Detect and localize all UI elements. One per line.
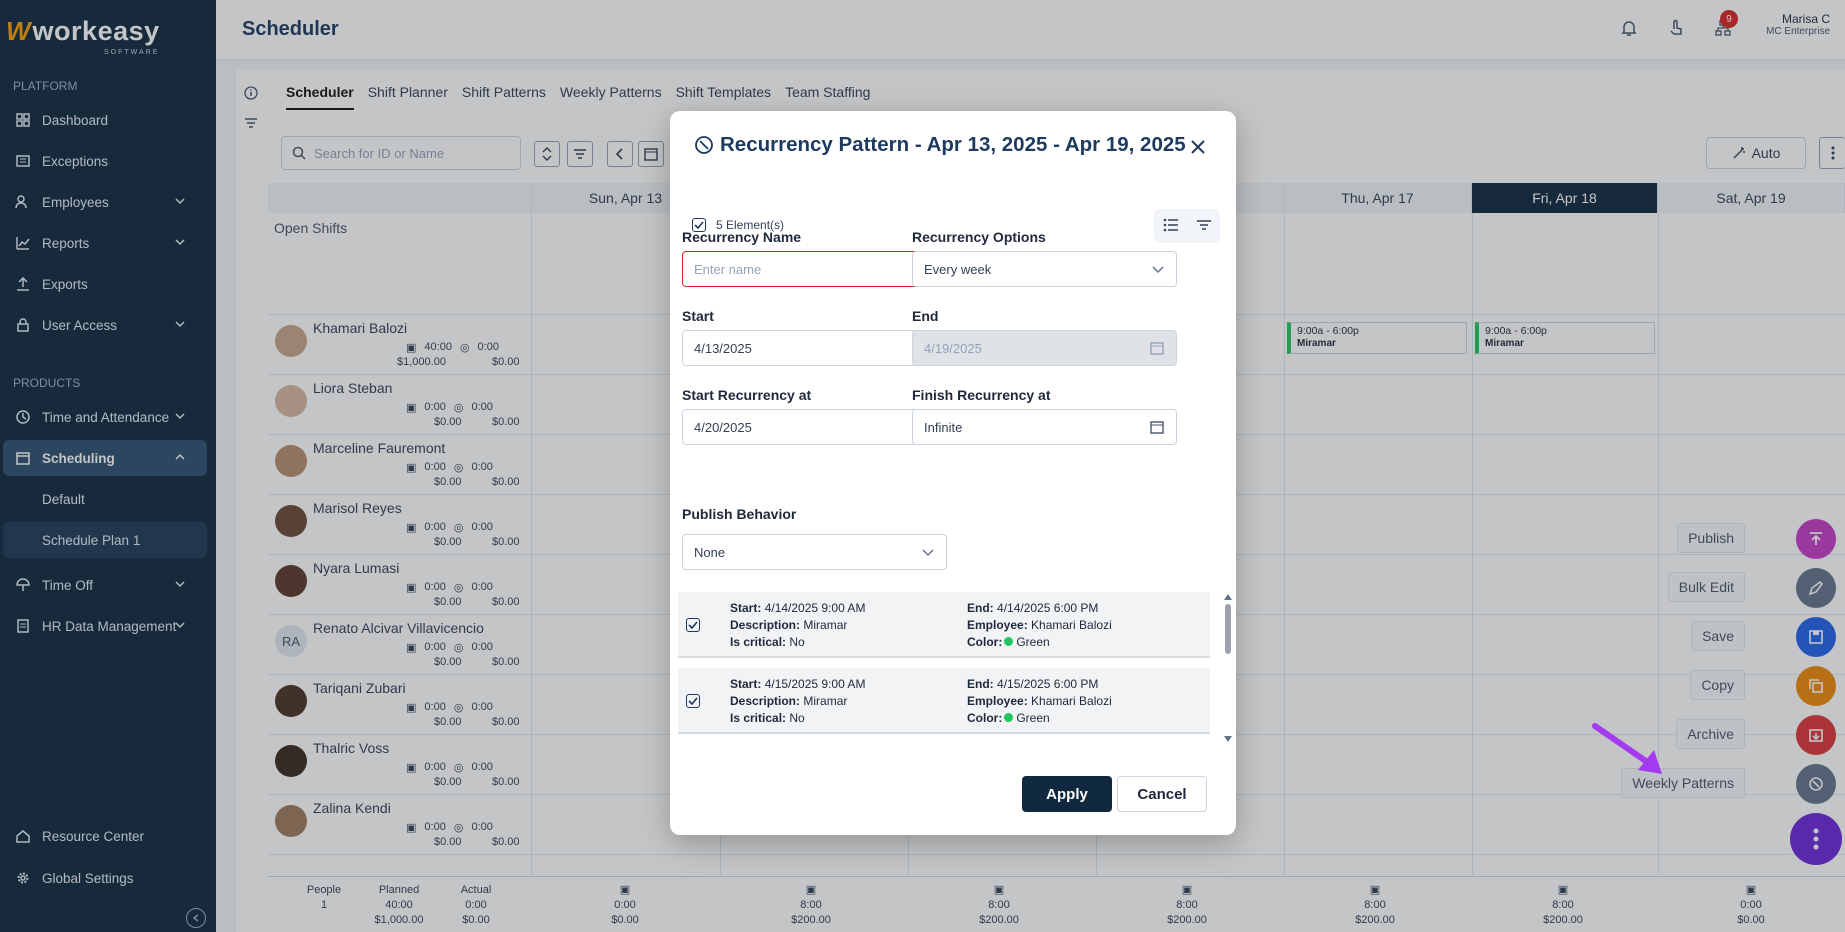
finish-recurrency-input[interactable]: Infinite xyxy=(912,409,1177,445)
publish-behavior-label: Publish Behavior xyxy=(682,506,797,522)
field-key: Is critical: xyxy=(730,711,787,725)
field-value: 4/14/2025 9:00 AM xyxy=(764,601,866,615)
dialog-title: Recurrency Pattern - Apr 13, 2025 - Apr … xyxy=(694,133,1186,157)
end-date-input: 4/19/2025 xyxy=(912,330,1177,366)
chevron-down-icon xyxy=(922,545,934,560)
calendar-icon[interactable] xyxy=(1150,420,1164,437)
field-key: Is critical: xyxy=(730,635,787,649)
start-recurrency-input[interactable]: 4/20/2025 xyxy=(682,409,947,445)
dialog-title-text: Recurrency Pattern - Apr 13, 2025 - Apr … xyxy=(720,133,1186,156)
item-left: Start: 4/14/2025 9:00 AM Description: Mi… xyxy=(730,600,865,651)
calendar-icon xyxy=(1150,341,1164,358)
field-value: 4/15/2025 9:00 AM xyxy=(764,677,866,691)
field-key: Description: xyxy=(730,618,801,632)
start-recurrency-label: Start Recurrency at xyxy=(682,387,812,403)
end-date-value: 4/19/2025 xyxy=(924,340,982,356)
field-value: No xyxy=(789,711,805,725)
item-right: End: 4/15/2025 6:00 PM Employee: Khamari… xyxy=(967,676,1112,727)
pointer-arrow-icon xyxy=(1592,723,1662,774)
item-critical: Is critical: No xyxy=(730,634,865,651)
item-color: Color: Green xyxy=(967,710,1112,727)
field-value: Khamari Balozi xyxy=(1031,694,1112,708)
field-key: Start: xyxy=(730,677,762,691)
cancel-button[interactable]: Cancel xyxy=(1117,776,1207,812)
start-recurrency-value: 4/20/2025 xyxy=(694,419,752,435)
end-label: End xyxy=(912,308,939,324)
apply-button[interactable]: Apply xyxy=(1022,776,1112,812)
finish-recurrency-label: Finish Recurrency at xyxy=(912,387,1051,403)
item-description: Description: Miramar xyxy=(730,617,865,634)
field-key: Start: xyxy=(730,601,762,615)
start-label: Start xyxy=(682,308,714,324)
field-value: Green xyxy=(1016,635,1050,649)
item-start: Start: 4/15/2025 9:00 AM xyxy=(730,676,865,693)
close-icon xyxy=(1191,140,1205,154)
list-item[interactable]: Start: 4/14/2025 9:00 AM Description: Mi… xyxy=(678,592,1210,658)
item-description: Description: Miramar xyxy=(730,693,865,710)
field-value: Green xyxy=(1016,711,1050,725)
close-button[interactable] xyxy=(1186,135,1210,159)
recurrency-pattern-dialog: Recurrency Pattern - Apr 13, 2025 - Apr … xyxy=(670,111,1236,835)
field-value: No xyxy=(789,635,805,649)
item-start: Start: 4/14/2025 9:00 AM xyxy=(730,600,865,617)
field-key: Description: xyxy=(730,694,801,708)
list-view-icon[interactable] xyxy=(1163,218,1179,235)
recurrency-name-label: Recurrency Name xyxy=(682,229,802,245)
color-dot-icon xyxy=(1004,637,1014,646)
field-value: Miramar xyxy=(803,618,848,632)
item-critical: Is critical: No xyxy=(730,710,865,727)
field-key: Color: xyxy=(967,711,1003,725)
field-key: Color: xyxy=(967,635,1003,649)
item-checkbox[interactable] xyxy=(686,694,700,708)
field-key: Employee: xyxy=(967,618,1028,632)
item-end: End: 4/14/2025 6:00 PM xyxy=(967,600,1112,617)
publish-behavior-value: None xyxy=(694,544,726,560)
start-date-value: 4/13/2025 xyxy=(694,340,752,356)
publish-behavior-select[interactable]: None xyxy=(682,534,947,570)
field-value: 4/14/2025 6:00 PM xyxy=(997,601,1099,615)
recurrency-name-placeholder: Enter name xyxy=(694,261,762,277)
recurrency-options-value: Every week xyxy=(924,261,992,277)
field-value: Khamari Balozi xyxy=(1031,618,1112,632)
item-color: Color: Green xyxy=(967,634,1112,651)
field-key: End: xyxy=(967,601,994,615)
list-item[interactable]: Start: 4/15/2025 9:00 AM Description: Mi… xyxy=(678,668,1210,734)
filter-icon[interactable] xyxy=(1196,219,1212,234)
item-left: Start: 4/15/2025 9:00 AM Description: Mi… xyxy=(730,676,865,727)
field-key: Employee: xyxy=(967,694,1028,708)
item-employee: Employee: Khamari Balozi xyxy=(967,617,1112,634)
pattern-items-list: Start: 4/14/2025 9:00 AM Description: Mi… xyxy=(678,592,1225,744)
recurrency-options-select[interactable]: Every week xyxy=(912,251,1177,287)
field-value: 4/15/2025 6:00 PM xyxy=(997,677,1099,691)
list-scrollbar[interactable] xyxy=(1224,592,1232,744)
item-right: End: 4/14/2025 6:00 PM Employee: Khamari… xyxy=(967,600,1112,651)
item-checkbox[interactable] xyxy=(686,618,700,632)
chevron-down-icon xyxy=(1152,262,1164,277)
view-toggle xyxy=(1154,209,1220,243)
start-date-input[interactable]: 4/13/2025 xyxy=(682,330,947,366)
item-end: End: 4/15/2025 6:00 PM xyxy=(967,676,1112,693)
recurrence-icon xyxy=(695,136,713,154)
recurrency-options-label: Recurrency Options xyxy=(912,229,1046,245)
item-employee: Employee: Khamari Balozi xyxy=(967,693,1112,710)
field-key: End: xyxy=(967,677,994,691)
finish-recurrency-value: Infinite xyxy=(924,419,963,435)
recurrency-name-input[interactable]: Enter name xyxy=(682,251,947,287)
color-dot-icon xyxy=(1004,713,1014,722)
field-value: Miramar xyxy=(803,694,848,708)
